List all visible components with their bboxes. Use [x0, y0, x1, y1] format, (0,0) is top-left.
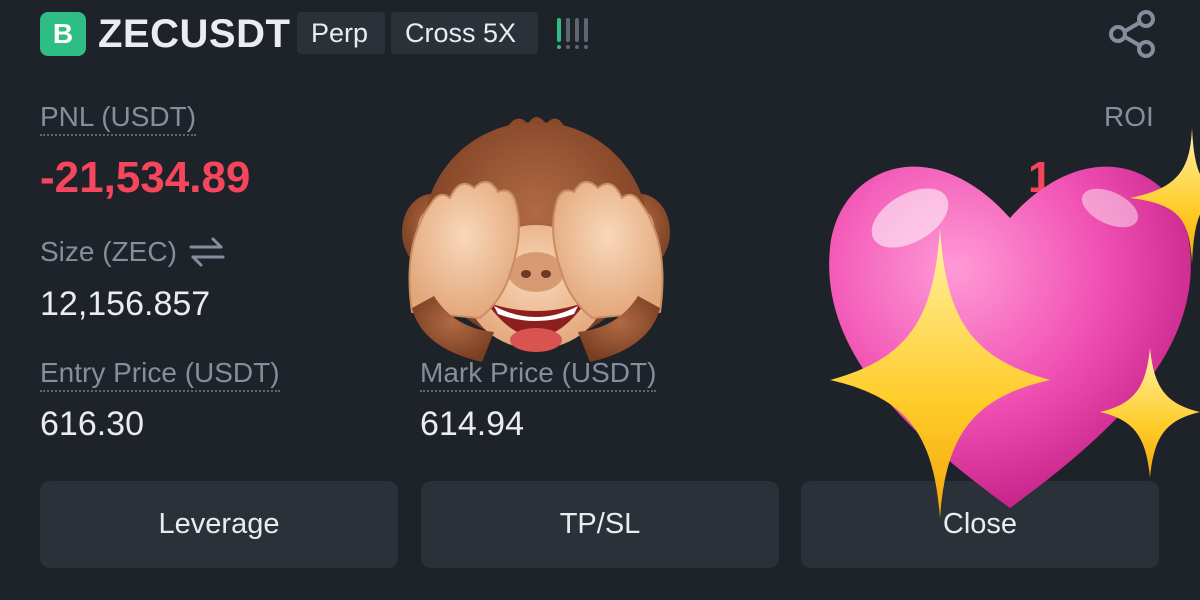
exchange-badge: B [40, 12, 86, 56]
pnl-label[interactable]: PNL (USDT) [40, 100, 197, 136]
signal-bars-icon [557, 18, 588, 49]
size-label[interactable]: Size (ZEC) [40, 235, 227, 269]
symbol-title[interactable]: ZECUSDT [98, 10, 290, 58]
entry-price-label[interactable]: Entry Price (USDT) [40, 356, 280, 392]
sparkling-heart-sticker [829, 128, 1200, 518]
perp-tag: Perp [297, 12, 385, 54]
size-value: 12,156.857 [40, 285, 211, 323]
see-no-evil-monkey-sticker [402, 117, 670, 362]
share-icon[interactable] [1106, 10, 1158, 58]
entry-price-value: 616.30 [40, 405, 144, 443]
tpsl-button[interactable]: TP/SL [421, 481, 779, 568]
margin-mode-tag[interactable]: Cross 5X [391, 12, 538, 54]
swap-arrows-icon[interactable] [187, 235, 227, 269]
pnl-value: -21,534.89 [40, 153, 251, 202]
leverage-button[interactable]: Leverage [40, 481, 398, 568]
mark-price-value: 614.94 [420, 405, 524, 443]
